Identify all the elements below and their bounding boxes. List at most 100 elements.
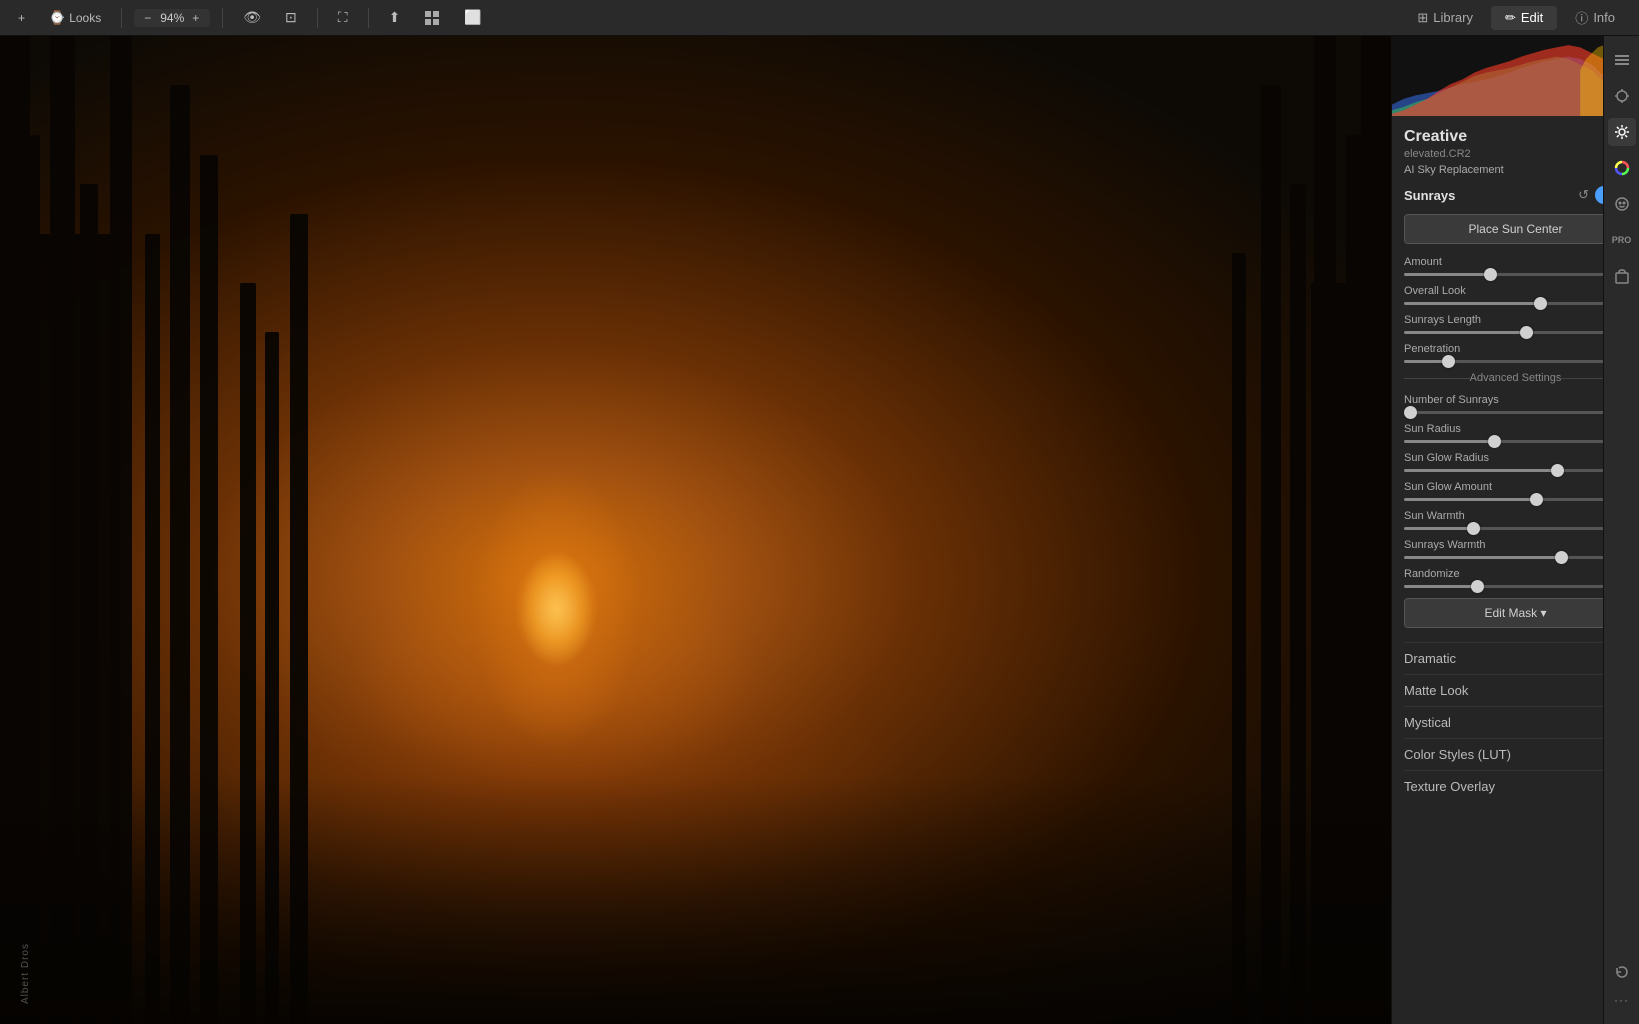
zoom-control: − 94% +	[134, 9, 210, 27]
slider-amount: Amount 38	[1404, 256, 1627, 276]
additional-sections: DramaticMatte LookMysticalColor Styles (…	[1404, 642, 1627, 802]
divider-2	[222, 8, 223, 28]
divider-4	[368, 8, 369, 28]
slider-label: Amount	[1404, 256, 1603, 268]
sun-icon[interactable]	[1608, 118, 1636, 146]
slider-input[interactable]	[1404, 585, 1627, 588]
adv-slider-sun-glow-radius: Sun Glow Radius 70	[1404, 452, 1627, 472]
divider-1	[121, 8, 122, 28]
color-wheel-icon[interactable]	[1608, 154, 1636, 182]
looks-icon: ⌚	[49, 10, 65, 26]
right-panel-inner: ☰ ⠿ Creative elevated.CR2 AI Sky Replace…	[1392, 36, 1639, 1024]
slider-label: Penetration	[1404, 343, 1603, 355]
section-item-color-styles-lut[interactable]: Color Styles (LUT)	[1404, 738, 1627, 770]
slider-label: Sun Glow Radius	[1404, 452, 1603, 464]
preview-button[interactable]: 👁	[235, 5, 269, 30]
info-icon: ⓘ	[1575, 8, 1588, 27]
toolbar-right: ⊞ Library ✏ Edit ⓘ Info	[1403, 4, 1629, 31]
zoom-minus-button[interactable]: −	[140, 11, 156, 25]
slider-input[interactable]	[1404, 273, 1627, 276]
slider-input[interactable]	[1404, 411, 1627, 414]
section-item-mystical[interactable]: Mystical	[1404, 706, 1627, 738]
slider-label: Randomize	[1404, 568, 1603, 580]
main-area: Albert Dros ☰	[0, 36, 1639, 1024]
fullscreen-button[interactable]: ⬜	[456, 5, 489, 30]
place-sun-button[interactable]: Place Sun Center	[1404, 214, 1627, 244]
looks-label: Looks	[69, 11, 101, 25]
histogram: ☰ ⠿	[1392, 36, 1639, 116]
library-icon: ⊞	[1417, 10, 1428, 26]
history-icon[interactable]	[1608, 958, 1636, 986]
main-toolbar: + ⌚ Looks − 94% + 👁 ⊡ ⛶ ⬆ ⬜ ⊞ Library	[0, 0, 1639, 36]
crop-button[interactable]: ⛶	[330, 5, 356, 30]
add-button[interactable]: +	[10, 8, 33, 28]
face-icon[interactable]	[1608, 190, 1636, 218]
add-icon: +	[18, 11, 25, 25]
eye-icon: 👁	[243, 9, 261, 26]
adv-slider-sun-glow-amount: Sun Glow Amount 60	[1404, 481, 1627, 501]
panel-content: Creative elevated.CR2 AI Sky Replacement…	[1392, 116, 1639, 1024]
advanced-settings-label: Advanced Settings	[1404, 372, 1627, 384]
grid-button[interactable]	[416, 6, 448, 30]
right-panel: ☰ ⠿ Creative elevated.CR2 AI Sky Replace…	[1391, 36, 1639, 1024]
sunrays-title: Sunrays	[1404, 188, 1455, 203]
slider-label: Sunrays Warmth	[1404, 539, 1603, 551]
pro-icon[interactable]: PRO	[1608, 226, 1636, 254]
slider-input[interactable]	[1404, 556, 1627, 559]
export-icon: ⬆	[389, 9, 401, 26]
looks-button[interactable]: ⌚ Looks	[41, 7, 109, 29]
histogram-chart	[1392, 36, 1639, 116]
compare-button[interactable]: ⊡	[277, 5, 305, 30]
more-icon[interactable]: ···	[1608, 986, 1636, 1014]
slider-label: Sun Warmth	[1404, 510, 1603, 522]
adv-slider-sunrays-warmth: Sunrays Warmth 72	[1404, 539, 1627, 559]
slider-input[interactable]	[1404, 302, 1627, 305]
side-icons: PRO ···	[1603, 36, 1639, 1024]
edit-icon: ✏	[1505, 10, 1516, 26]
section-item-matte-look[interactable]: Matte Look	[1404, 674, 1627, 706]
tab-edit[interactable]: ✏ Edit	[1491, 6, 1557, 30]
main-sliders: Amount 38 Overall Look 62 Sunrays Length…	[1404, 256, 1627, 363]
slider-input[interactable]	[1404, 360, 1627, 363]
section-title: Creative	[1404, 128, 1627, 146]
section-item-dramatic[interactable]: Dramatic	[1404, 642, 1627, 674]
slider-input[interactable]	[1404, 527, 1627, 530]
adjust-icon[interactable]	[1608, 82, 1636, 110]
divider-3	[317, 8, 318, 28]
slider-label: Sun Glow Amount	[1404, 481, 1603, 493]
slider-input[interactable]	[1404, 440, 1627, 443]
layers-panel-icon[interactable]	[1608, 46, 1636, 74]
slider-input[interactable]	[1404, 331, 1627, 334]
slider-overall-look: Overall Look 62	[1404, 285, 1627, 305]
adv-slider-number-of-sunrays: Number of Sunrays 0	[1404, 394, 1627, 414]
sunrays-header: Sunrays ↺	[1404, 186, 1627, 204]
slider-label: Overall Look	[1404, 285, 1603, 297]
section-item-texture-overlay[interactable]: Texture Overlay	[1404, 770, 1627, 802]
file-name: elevated.CR2	[1404, 148, 1627, 160]
slider-input[interactable]	[1404, 498, 1627, 501]
slider-sunrays-length: Sunrays Length 55	[1404, 314, 1627, 334]
edit-mask-label: Edit Mask ▾	[1484, 606, 1546, 620]
bag-icon[interactable]	[1608, 262, 1636, 290]
advanced-sliders: Number of Sunrays 0 Sun Radius 40 Sun Gl…	[1404, 394, 1627, 588]
crop-icon: ⛶	[338, 9, 348, 26]
grid-icon	[424, 10, 440, 26]
ai-sky-label[interactable]: AI Sky Replacement	[1404, 164, 1627, 176]
slider-label: Sun Radius	[1404, 423, 1603, 435]
adv-slider-randomize: Randomize 32	[1404, 568, 1627, 588]
ground-shadow	[0, 777, 1391, 1024]
slider-label: Number of Sunrays	[1404, 394, 1603, 406]
tab-library[interactable]: ⊞ Library	[1403, 6, 1487, 30]
adv-slider-sun-warmth: Sun Warmth 30	[1404, 510, 1627, 530]
compare-icon: ⊡	[285, 9, 297, 26]
slider-penetration: Penetration 18	[1404, 343, 1627, 363]
tab-info[interactable]: ⓘ Info	[1561, 4, 1629, 31]
edit-mask-button[interactable]: Edit Mask ▾	[1404, 598, 1627, 628]
slider-input[interactable]	[1404, 469, 1627, 472]
export-button[interactable]: ⬆	[381, 5, 409, 30]
reset-button[interactable]: ↺	[1578, 187, 1589, 203]
adv-slider-sun-radius: Sun Radius 40	[1404, 423, 1627, 443]
fullscreen-icon: ⬜	[464, 9, 481, 26]
photo-area[interactable]: Albert Dros	[0, 36, 1391, 1024]
zoom-plus-button[interactable]: +	[188, 11, 204, 25]
